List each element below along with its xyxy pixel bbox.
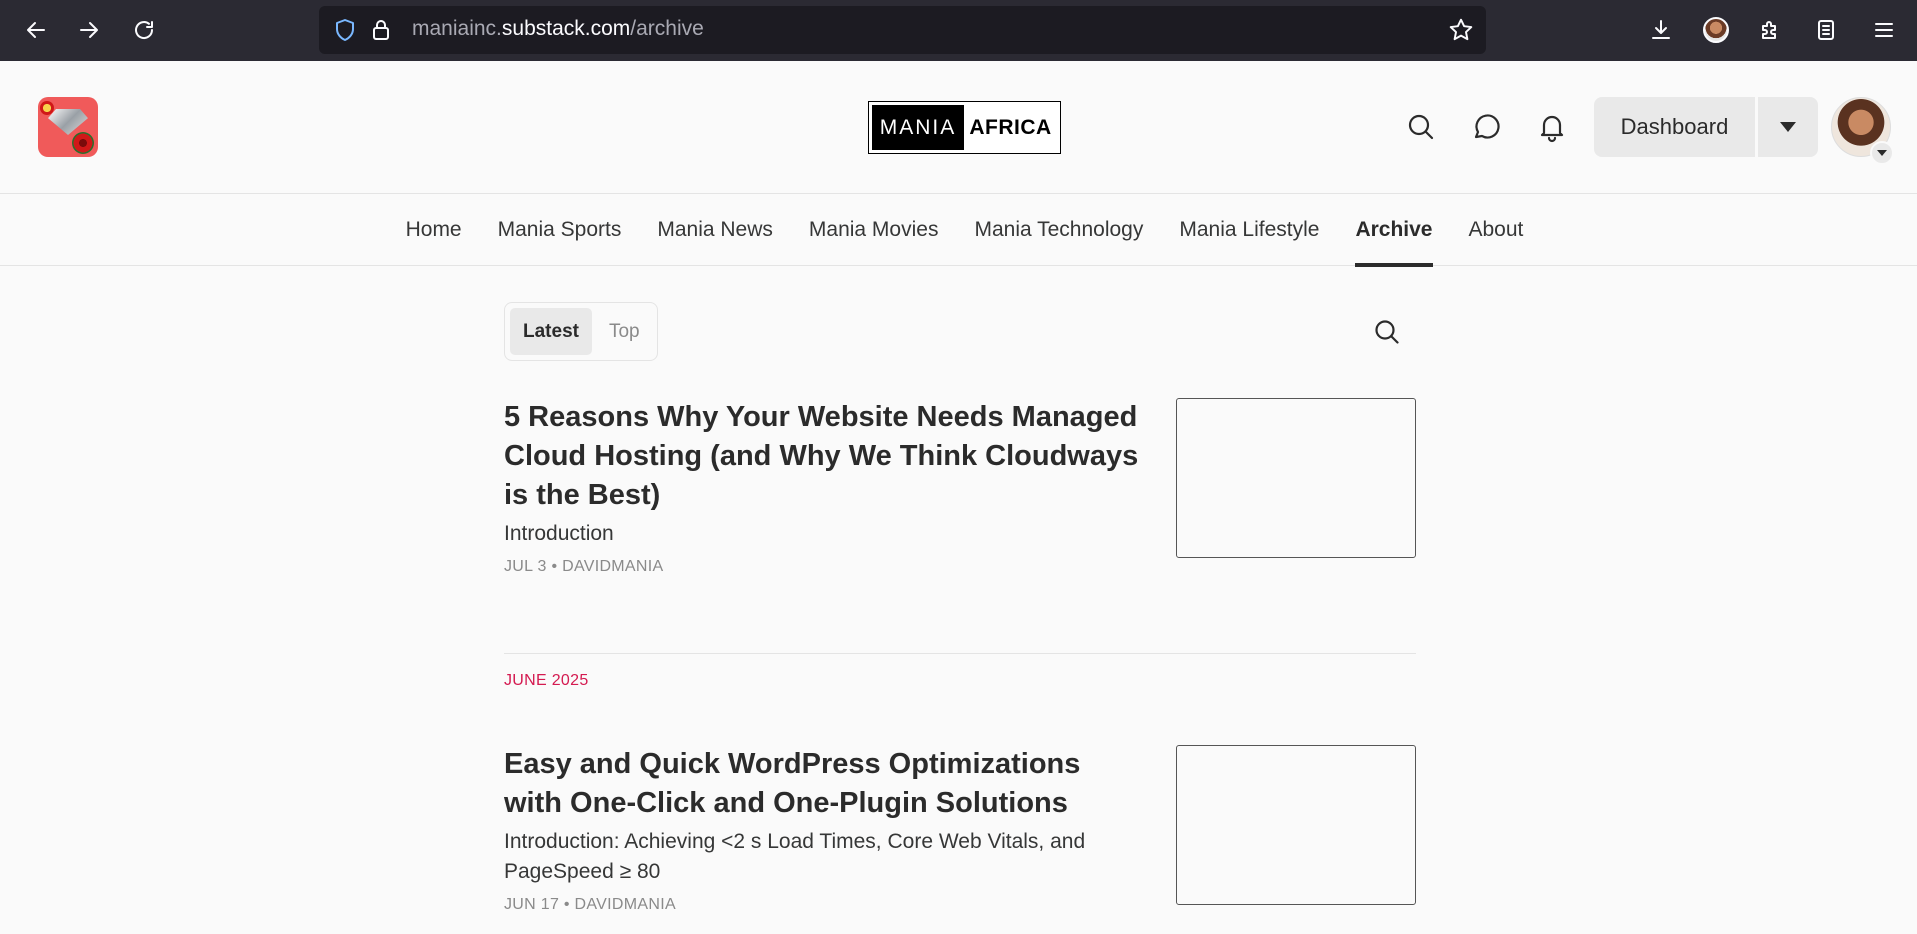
nav-item-mania-lifestyle[interactable]: Mania Lifestyle xyxy=(1179,194,1319,266)
caret-down-icon xyxy=(1780,122,1796,132)
post-thumbnail[interactable] xyxy=(1176,745,1416,905)
hamburger-menu-icon xyxy=(1875,23,1893,37)
browser-toolbar: maniainc.substack.com/archive xyxy=(0,0,1917,61)
url-text[interactable]: maniainc.substack.com/archive xyxy=(412,17,704,41)
divider xyxy=(504,653,1416,654)
post-title[interactable]: Easy and Quick WordPress Optimizations w… xyxy=(504,745,1144,823)
arrow-left-icon xyxy=(27,22,45,38)
back-button[interactable] xyxy=(18,12,54,48)
month-label: JUNE 2025 xyxy=(504,672,589,689)
nav-list: Home Mania Sports Mania News Mania Movie… xyxy=(0,194,1917,267)
puzzle-icon xyxy=(1762,21,1776,39)
publication-nav: Home Mania Sports Mania News Mania Movie… xyxy=(0,194,1917,267)
notifications-button[interactable] xyxy=(1536,111,1568,143)
post-meta: JUL 3 • DAVIDMANIA xyxy=(504,558,664,575)
dashboard-dropdown-button[interactable] xyxy=(1758,97,1818,157)
lock-icon[interactable] xyxy=(369,18,393,42)
shield-icon[interactable] xyxy=(333,18,357,42)
reload-button[interactable] xyxy=(126,12,162,48)
nav-item-home[interactable]: Home xyxy=(406,194,462,266)
app-menu-button[interactable] xyxy=(1866,12,1902,48)
url-path: /archive xyxy=(630,17,704,40)
nav-item-mania-movies[interactable]: Mania Movies xyxy=(809,194,939,266)
post-item[interactable]: Easy and Quick WordPress Optimizations w… xyxy=(504,745,1416,914)
reload-icon xyxy=(135,21,154,39)
post-item[interactable]: 5 Reasons Why Your Website Needs Managed… xyxy=(504,398,1416,576)
chat-bubble-icon xyxy=(1474,114,1500,139)
nav-item-mania-technology[interactable]: Mania Technology xyxy=(974,194,1143,266)
post-thumbnail[interactable] xyxy=(1176,398,1416,558)
browser-account-avatar[interactable] xyxy=(1703,17,1729,43)
url-prefix: maniainc. xyxy=(412,17,502,40)
download-icon xyxy=(1652,20,1670,39)
masthead-right: AFRICA xyxy=(969,115,1052,139)
nav-item-mania-news[interactable]: Mania News xyxy=(657,194,773,266)
post-subtitle: Introduction xyxy=(504,522,614,545)
nav-item-archive[interactable]: Archive xyxy=(1355,194,1433,267)
chat-button[interactable] xyxy=(1470,111,1502,143)
masthead-left: MANIA xyxy=(872,105,964,150)
url-domain: substack.com xyxy=(501,17,631,40)
post-subtitle: Introduction: Achieving <2 s Load Times,… xyxy=(504,830,1086,883)
reader-icon xyxy=(1818,20,1834,40)
dashboard-button[interactable]: Dashboard xyxy=(1594,97,1755,157)
bell-icon xyxy=(1540,115,1564,143)
forward-button[interactable] xyxy=(71,12,107,48)
post-title[interactable]: 5 Reasons Why Your Website Needs Managed… xyxy=(504,398,1144,515)
address-bar[interactable]: maniainc.substack.com/archive xyxy=(319,6,1486,54)
bookmark-star-icon[interactable] xyxy=(1448,17,1474,43)
nav-item-mania-sports[interactable]: Mania Sports xyxy=(498,194,622,266)
caret-down-icon xyxy=(1877,150,1887,156)
tab-top[interactable]: Top xyxy=(596,308,653,355)
search-button[interactable] xyxy=(1405,111,1437,143)
search-icon xyxy=(1408,114,1434,140)
rose-graphic xyxy=(72,132,94,154)
search-icon xyxy=(1375,320,1399,344)
downloads-button[interactable] xyxy=(1643,12,1679,48)
flower-graphic xyxy=(40,101,54,115)
archive-search-button[interactable] xyxy=(1372,317,1402,347)
reader-view-button[interactable] xyxy=(1808,12,1844,48)
site-header: MANIA AFRICA Dashboard xyxy=(0,61,1917,194)
publication-logo[interactable] xyxy=(38,97,98,157)
arrow-right-icon xyxy=(80,22,98,38)
tab-latest[interactable]: Latest xyxy=(510,308,592,355)
masthead-wordmark[interactable]: MANIA AFRICA xyxy=(868,101,1061,154)
user-menu-button[interactable] xyxy=(1870,141,1894,165)
extensions-button[interactable] xyxy=(1752,12,1788,48)
sort-tabs: Latest Top xyxy=(504,302,658,361)
nav-item-about[interactable]: About xyxy=(1469,194,1524,266)
